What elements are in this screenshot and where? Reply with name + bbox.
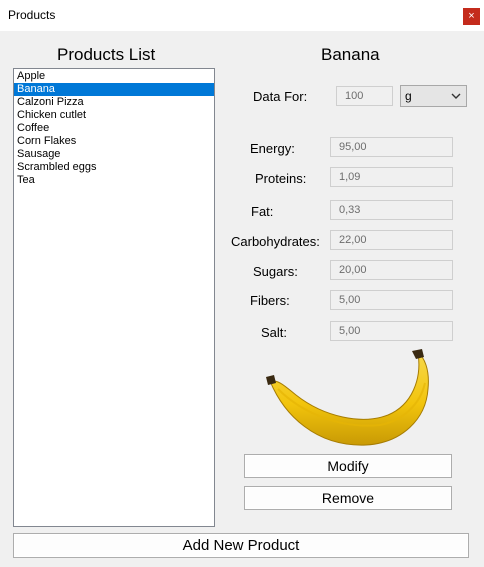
salt-field[interactable]: 5,00 [330, 321, 453, 341]
list-item[interactable]: Banana [14, 83, 214, 96]
unit-select[interactable]: g [400, 85, 467, 107]
fat-field[interactable]: 0,33 [330, 200, 453, 220]
sugars-field[interactable]: 20,00 [330, 260, 453, 280]
modify-button[interactable]: Modify [244, 454, 452, 478]
close-icon: × [468, 10, 475, 22]
proteins-label: Proteins: [255, 171, 307, 186]
fibers-field[interactable]: 5,00 [330, 290, 453, 310]
fat-label: Fat: [251, 204, 274, 219]
carbohydrates-field[interactable]: 22,00 [330, 230, 453, 250]
data-for-label: Data For: [253, 89, 308, 104]
title-bar: Products × [0, 0, 484, 31]
proteins-field[interactable]: 1,09 [330, 167, 453, 187]
unit-select-value: g [405, 89, 412, 103]
products-listbox[interactable]: Apple Banana Calzoni Pizza Chicken cutlet Co… [13, 68, 215, 527]
window-title: Products [8, 8, 56, 22]
sugars-label: Sugars: [253, 264, 298, 279]
list-item[interactable]: Apple [14, 70, 214, 83]
chevron-down-icon [451, 93, 461, 99]
list-item[interactable]: Corn Flakes [14, 135, 214, 148]
list-item[interactable]: Sausage [14, 148, 214, 161]
carbohydrates-label: Carbohydrates: [231, 234, 320, 249]
fibers-label: Fibers: [250, 293, 290, 308]
banana-image [266, 349, 429, 446]
list-item[interactable]: Calzoni Pizza [14, 96, 214, 109]
list-item[interactable]: Chicken cutlet [14, 109, 214, 122]
remove-button[interactable]: Remove [244, 486, 452, 510]
list-item[interactable]: Tea [14, 174, 214, 187]
products-window: Products × Products List Banana Apple Ban… [0, 0, 484, 567]
product-name-heading: Banana [321, 45, 380, 64]
close-button[interactable]: × [463, 8, 480, 25]
amount-field[interactable]: 100 [336, 86, 393, 106]
energy-label: Energy: [250, 141, 295, 156]
products-list-heading: Products List [57, 45, 156, 64]
list-item[interactable]: Coffee [14, 122, 214, 135]
energy-field[interactable]: 95,00 [330, 137, 453, 157]
list-item[interactable]: Scrambled eggs [14, 161, 214, 174]
add-new-product-button[interactable]: Add New Product [13, 533, 469, 558]
salt-label: Salt: [261, 325, 288, 340]
